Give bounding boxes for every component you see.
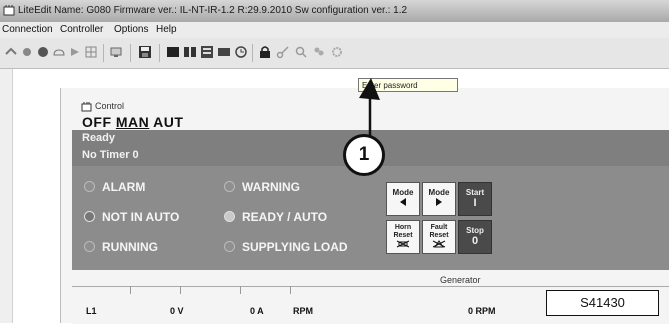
indicator-ready-auto: READY / AUTO <box>224 210 327 224</box>
arrow-right-icon <box>436 198 442 206</box>
app-icon <box>3 5 15 16</box>
title-bar: LiteEdit Name: G080 Firmware ver.: IL-NT… <box>0 0 669 22</box>
mode-aut: AUT <box>153 114 184 130</box>
configuration-icon[interactable] <box>183 45 197 59</box>
menu-connection[interactable]: Connection <box>2 24 53 35</box>
clock-icon[interactable] <box>234 45 248 59</box>
settings-icon[interactable] <box>330 45 344 59</box>
mode-off: OFF <box>82 114 112 130</box>
forward-icon[interactable] <box>68 45 82 59</box>
fault-icon <box>432 240 446 248</box>
horn-reset-button[interactable]: Horn Reset <box>386 220 420 254</box>
table-divider <box>290 286 291 294</box>
record-icon[interactable] <box>36 45 50 59</box>
indicator-supplying-load: SUPPLYING LOAD <box>224 240 348 254</box>
control-panel: ALARM WARNING NOT IN AUTO READY / AUTO R… <box>72 166 669 270</box>
control-window-title: Control <box>95 101 125 111</box>
connect-icon[interactable] <box>4 45 18 59</box>
disconnect-icon[interactable] <box>20 45 34 59</box>
menu-help[interactable]: Help <box>156 24 177 35</box>
table-cell-rpm-label: RPM <box>293 306 313 316</box>
mode-man: MAN <box>115 114 150 130</box>
mode-left-button[interactable]: Mode <box>386 182 420 216</box>
menu-bar: Connection Controller Options Help <box>0 22 669 38</box>
toolbar-separator <box>103 44 104 62</box>
status-line-2: No Timer 0 <box>82 149 139 161</box>
indicator-lamp-icon <box>84 181 95 192</box>
indicator-alarm: ALARM <box>84 180 145 194</box>
fault-reset-button[interactable]: Fault Reset <box>422 220 456 254</box>
save-icon[interactable] <box>138 45 152 59</box>
search-icon[interactable] <box>294 45 308 59</box>
users-icon[interactable] <box>312 45 326 59</box>
cloud-icon[interactable] <box>52 45 66 59</box>
table-divider <box>240 286 241 294</box>
control-icon[interactable] <box>166 45 180 59</box>
figure-id-label: S41430 <box>546 290 659 316</box>
arrow-left-icon <box>400 198 406 206</box>
generator-section-label: Generator <box>440 275 481 285</box>
indicator-lamp-icon <box>224 181 235 192</box>
toolbar <box>0 38 669 69</box>
indicator-lamp-icon <box>224 211 235 222</box>
indicator-not-in-auto: NOT IN AUTO <box>84 210 179 224</box>
key-icon[interactable] <box>276 45 290 59</box>
indicator-lamp-icon <box>84 241 95 252</box>
indicator-warning: WARNING <box>224 180 300 194</box>
window-title: LiteEdit Name: G080 Firmware ver.: IL-NT… <box>18 5 408 16</box>
table-cell-voltage: 0 V <box>170 306 184 316</box>
status-line-1: Ready <box>82 132 116 144</box>
callout-number: 1 <box>343 134 385 176</box>
mode-indicator: OFF MAN AUT <box>82 114 183 130</box>
indicator-lamp-icon <box>84 211 95 222</box>
menu-options[interactable]: Options <box>114 24 148 35</box>
control-window-icon <box>81 102 92 112</box>
start-button[interactable]: Start I <box>458 182 492 216</box>
table-row-label: L1 <box>86 306 97 316</box>
table-cell-current: 0 A <box>250 306 264 316</box>
table-divider <box>130 286 131 294</box>
table-divider <box>180 286 181 294</box>
values-icon[interactable] <box>200 45 214 59</box>
indicator-lamp-icon <box>224 241 235 252</box>
left-panel <box>0 69 13 323</box>
horn-icon <box>396 240 410 248</box>
menu-controller[interactable]: Controller <box>60 24 103 35</box>
mode-right-button[interactable]: Mode <box>422 182 456 216</box>
lock-icon[interactable] <box>258 45 272 59</box>
toolbar-separator <box>159 44 160 62</box>
toolbar-separator <box>130 44 131 62</box>
grid-icon[interactable] <box>84 45 98 59</box>
display-icon[interactable] <box>109 45 123 59</box>
toolbar-separator <box>252 44 253 62</box>
table-cell-rpm-value: 0 RPM <box>468 306 496 316</box>
indicator-running: RUNNING <box>84 240 158 254</box>
stop-button[interactable]: Stop 0 <box>458 220 492 254</box>
history-icon[interactable] <box>217 45 231 59</box>
pointer-arrow-icon <box>359 78 380 136</box>
